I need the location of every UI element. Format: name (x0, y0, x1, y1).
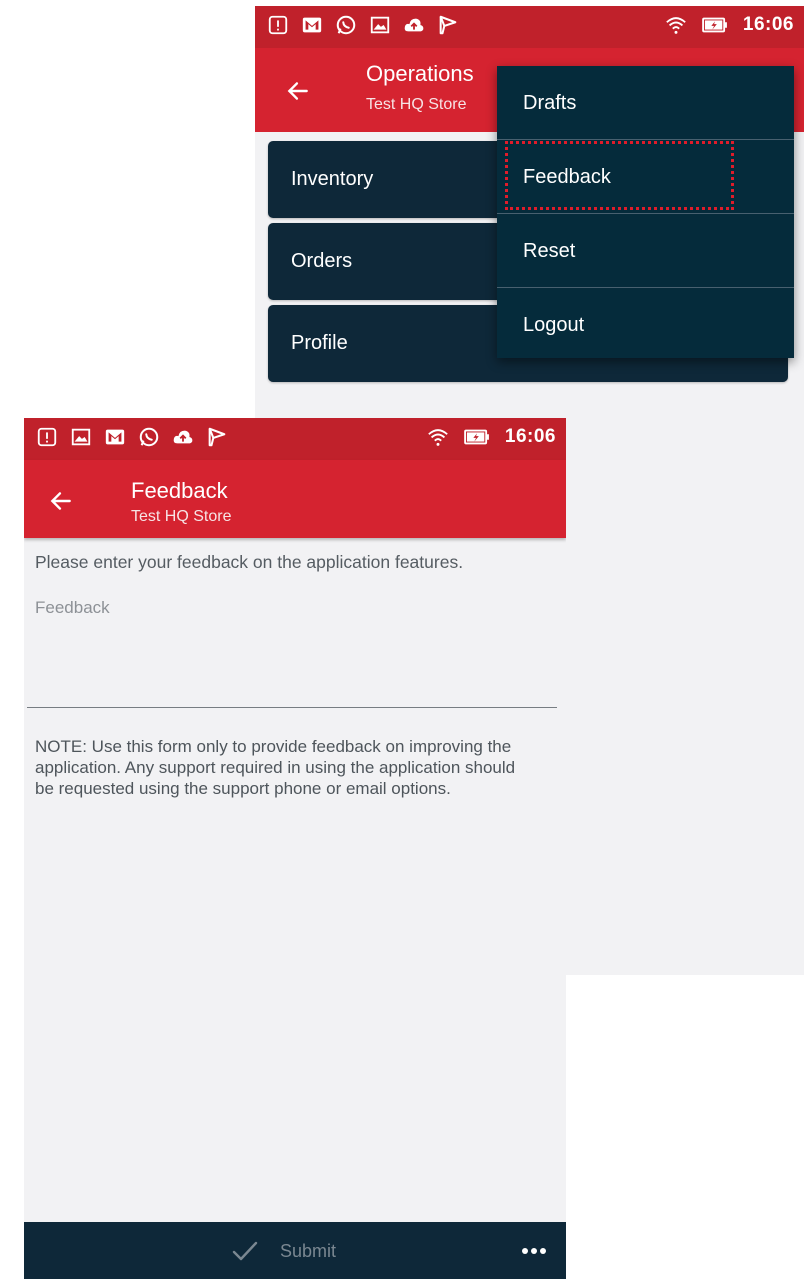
feedback-input[interactable] (27, 590, 557, 708)
whatsapp-icon (336, 15, 356, 35)
menu-item-logout[interactable]: Logout (497, 288, 794, 361)
feedback-instructions: Please enter your feedback on the applic… (35, 552, 464, 572)
notification-icons (36, 426, 228, 448)
check-icon (232, 1241, 258, 1261)
more-horizontal-icon (522, 1248, 546, 1254)
card-label: Orders (291, 250, 353, 272)
status-time: 16:06 (742, 14, 794, 35)
page-title: Operations (366, 61, 474, 86)
status-bar: 16:06 (24, 418, 566, 460)
menu-item-label: Drafts (523, 92, 577, 114)
flag-icon (208, 427, 226, 447)
feedback-highlight-box (505, 141, 734, 210)
bottom-action-bar: Submit (24, 1222, 566, 1279)
alert-icon (268, 15, 288, 35)
gallery-icon (370, 16, 390, 34)
gmail-icon (302, 17, 322, 33)
feedback-screen: 16:06 Feedback Test HQ Store Please ente… (24, 418, 566, 1279)
arrow-left-icon[interactable] (48, 488, 74, 514)
cloud-upload-icon (404, 18, 424, 32)
submit-button[interactable]: Submit (232, 1232, 336, 1270)
overflow-menu: Drafts Feedback Reset Logout (497, 66, 794, 358)
system-icons: 16:06 (427, 426, 556, 448)
page-title: Feedback (131, 478, 228, 503)
feedback-note: NOTE: Use this form only to provide feed… (35, 737, 516, 798)
page-subtitle: Test HQ Store (366, 96, 467, 113)
notification-icons (267, 14, 459, 36)
card-label: Profile (291, 332, 348, 354)
page-subtitle: Test HQ Store (131, 508, 232, 525)
battery-icon (464, 429, 489, 445)
battery-icon (702, 17, 727, 33)
card-label: Inventory (291, 168, 374, 190)
menu-item-drafts[interactable]: Drafts (497, 66, 794, 139)
more-options-button[interactable] (518, 1236, 550, 1266)
app-bar: Feedback Test HQ Store (24, 460, 566, 538)
menu-item-label: Logout (523, 314, 585, 336)
wifi-icon (428, 429, 448, 446)
menu-item-reset[interactable]: Reset (497, 214, 794, 287)
gmail-icon (105, 429, 125, 445)
gallery-icon (71, 428, 91, 446)
whatsapp-icon (139, 427, 159, 447)
wifi-icon (666, 17, 686, 34)
status-time: 16:06 (504, 426, 556, 447)
flag-icon (439, 15, 457, 35)
alert-icon (37, 427, 57, 447)
cloud-upload-icon (173, 430, 193, 444)
menu-item-label: Reset (523, 240, 576, 262)
system-icons: 16:06 (665, 14, 794, 36)
submit-label: Submit (280, 1240, 337, 1261)
arrow-left-icon[interactable] (285, 78, 311, 104)
status-bar: 16:06 (255, 6, 804, 48)
